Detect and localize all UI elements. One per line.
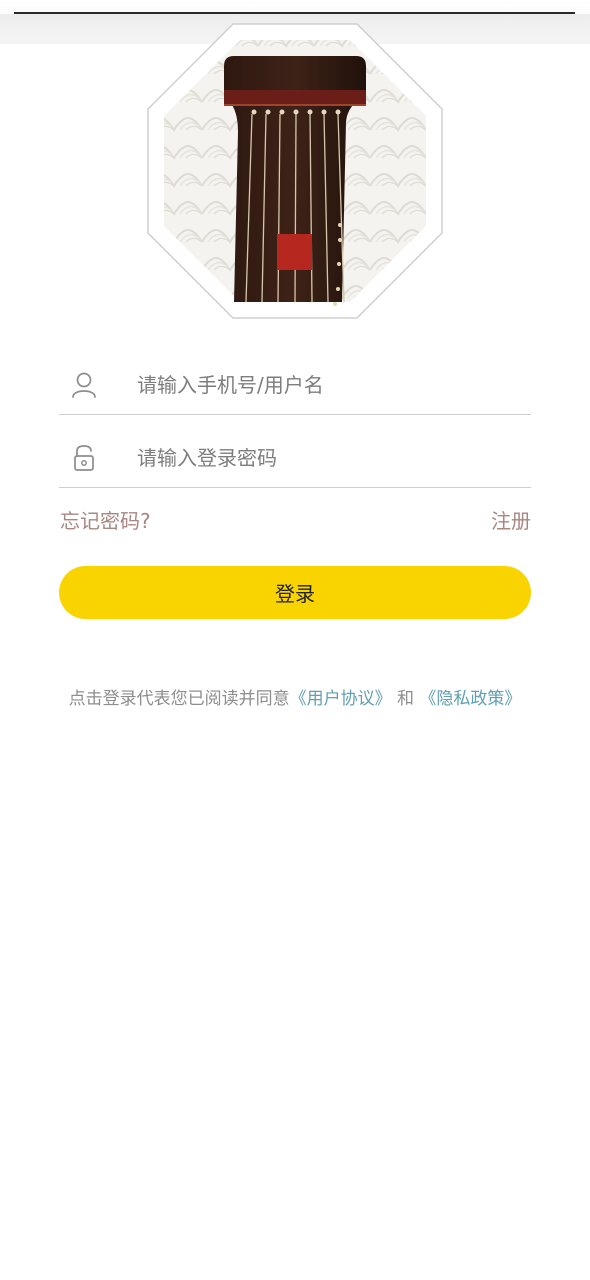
- privacy-policy-link[interactable]: 《隐私政策》: [419, 689, 521, 709]
- login-page: 忘记密码? 注册 登录 点击登录代表您已阅读并同意《用户协议》 和 《隐私政策》: [0, 0, 590, 1280]
- guqin-logo: [147, 23, 443, 319]
- password-field: [59, 437, 531, 488]
- forgot-password-link[interactable]: 忘记密码?: [60, 505, 151, 534]
- user-icon: [72, 372, 96, 398]
- username-input[interactable]: [137, 369, 517, 401]
- lock-icon: [74, 445, 94, 471]
- user-agreement-link[interactable]: 《用户协议》: [290, 689, 392, 709]
- password-input[interactable]: [137, 442, 517, 474]
- agreement-text: 点击登录代表您已阅读并同意《用户协议》 和 《隐私政策》: [0, 684, 590, 709]
- agreement-prefix: 点击登录代表您已阅读并同意: [68, 689, 290, 709]
- username-field: [59, 364, 531, 415]
- register-link[interactable]: 注册: [491, 505, 531, 534]
- agreement-and: 和: [391, 689, 420, 709]
- login-button[interactable]: 登录: [59, 566, 531, 619]
